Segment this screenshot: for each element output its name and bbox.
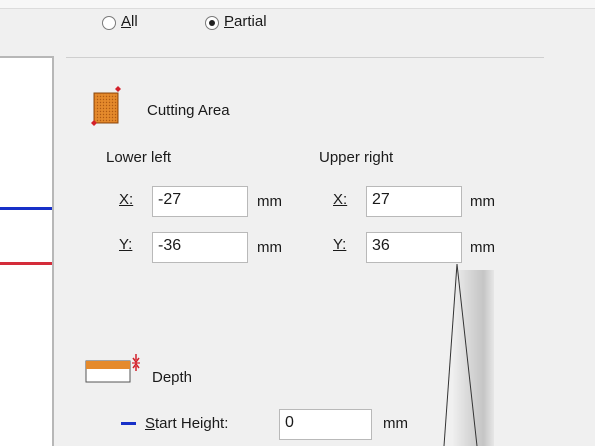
upper-right-x-label: X: [333,191,348,208]
lower-left-x-unit: mm [257,193,282,210]
lower-left-y-label: Y: [119,236,133,253]
callout-pointer [443,263,478,446]
lower-left-x-label: X: [119,191,134,208]
upper-right-y-unit: mm [470,239,495,256]
cutting-area-title: Cutting Area [147,102,230,119]
lower-left-heading: Lower left [106,149,172,166]
lower-left-y-unit: mm [257,239,282,256]
separator [66,57,544,58]
radio-partial[interactable] [205,16,219,30]
radio-partial-label[interactable]: Partial [224,13,267,30]
x-axis-line [0,207,52,210]
preview-panel [0,56,54,446]
start-height-unit: mm [383,415,408,432]
upper-right-x-input[interactable]: 27 [366,186,462,217]
cutting-area-icon [91,86,121,126]
start-height-marker [121,422,136,425]
upper-right-x-unit: mm [470,193,495,210]
depth-icon [85,354,140,383]
start-height-label: Start Height: [145,415,229,432]
lower-left-y-input[interactable]: -36 [152,232,248,263]
radio-all[interactable] [102,16,116,30]
upper-right-y-input[interactable]: 36 [366,232,462,263]
top-strip [0,0,595,9]
lower-left-x-input[interactable]: -27 [152,186,248,217]
depth-title: Depth [152,369,193,386]
radio-all-label[interactable]: All [121,13,138,30]
start-height-input[interactable]: 0 [279,409,372,440]
upper-right-y-label: Y: [333,236,347,253]
y-axis-line [0,262,52,265]
upper-right-heading: Upper right [319,149,394,166]
